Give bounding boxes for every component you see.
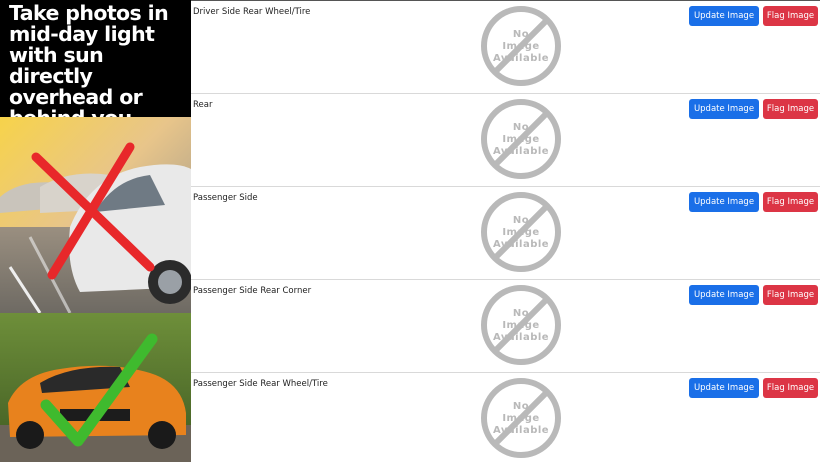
photo-tips-panel: Take photos in mid-day light with sun di… (0, 0, 191, 462)
bad-lighting-example-image (0, 117, 191, 313)
no-image-text-line2: Image (502, 41, 540, 52)
image-slot-row: Rear No Image Available Update Image Fla… (191, 94, 820, 187)
flag-image-button[interactable]: Flag Image (763, 6, 818, 26)
no-image-text-line1: No (512, 122, 530, 133)
flag-image-button[interactable]: Flag Image (763, 192, 818, 212)
no-image-text-line2: Image (502, 227, 540, 238)
update-image-button[interactable]: Update Image (689, 99, 759, 119)
update-image-button[interactable]: Update Image (689, 192, 759, 212)
no-image-text-line3: Available (492, 332, 550, 343)
no-image-text-line1: No (512, 29, 530, 40)
no-image-text-line1: No (512, 215, 530, 226)
image-slot-row: Passenger Side No Image Available Update… (191, 187, 820, 280)
no-image-text-line3: Available (492, 53, 550, 64)
no-image-placeholder: No Image Available (480, 98, 562, 180)
no-image-text-line3: Available (492, 239, 550, 250)
update-image-button[interactable]: Update Image (689, 6, 759, 26)
image-slot-label: Passenger Side (193, 193, 258, 203)
no-image-placeholder: No Image Available (480, 377, 562, 459)
image-slot-row: Driver Side Rear Wheel/Tire No Image Ava… (191, 1, 820, 94)
no-image-placeholder: No Image Available (480, 284, 562, 366)
image-slot-row: Passenger Side Rear Corner No Image Avai… (191, 280, 820, 373)
good-lighting-example-image (0, 313, 191, 462)
image-slot-label: Rear (193, 100, 213, 110)
image-slot-label: Passenger Side Rear Corner (193, 286, 312, 296)
no-image-text-line2: Image (502, 320, 540, 331)
no-image-text-line2: Image (502, 134, 540, 145)
no-image-text-line1: No (512, 308, 530, 319)
vehicle-image-list: Driver Side Rear Wheel/Tire No Image Ava… (191, 0, 820, 462)
update-image-button[interactable]: Update Image (689, 285, 759, 305)
no-image-text-line1: No (512, 401, 530, 412)
image-slot-label: Passenger Side Rear Wheel/Tire (193, 379, 328, 389)
no-image-text-line2: Image (502, 413, 540, 424)
photo-tips-text: Take photos in mid-day light with sun di… (9, 1, 169, 129)
flag-image-button[interactable]: Flag Image (763, 378, 818, 398)
no-image-text-line3: Available (492, 146, 550, 157)
no-image-placeholder: No Image Available (480, 191, 562, 273)
image-slot-label: Driver Side Rear Wheel/Tire (193, 7, 311, 17)
update-image-button[interactable]: Update Image (689, 378, 759, 398)
flag-image-button[interactable]: Flag Image (763, 99, 818, 119)
no-image-placeholder: No Image Available (480, 5, 562, 87)
flag-image-button[interactable]: Flag Image (763, 285, 818, 305)
no-image-text-line3: Available (492, 425, 550, 436)
image-slot-row: Passenger Side Rear Wheel/Tire No Image … (191, 373, 820, 462)
